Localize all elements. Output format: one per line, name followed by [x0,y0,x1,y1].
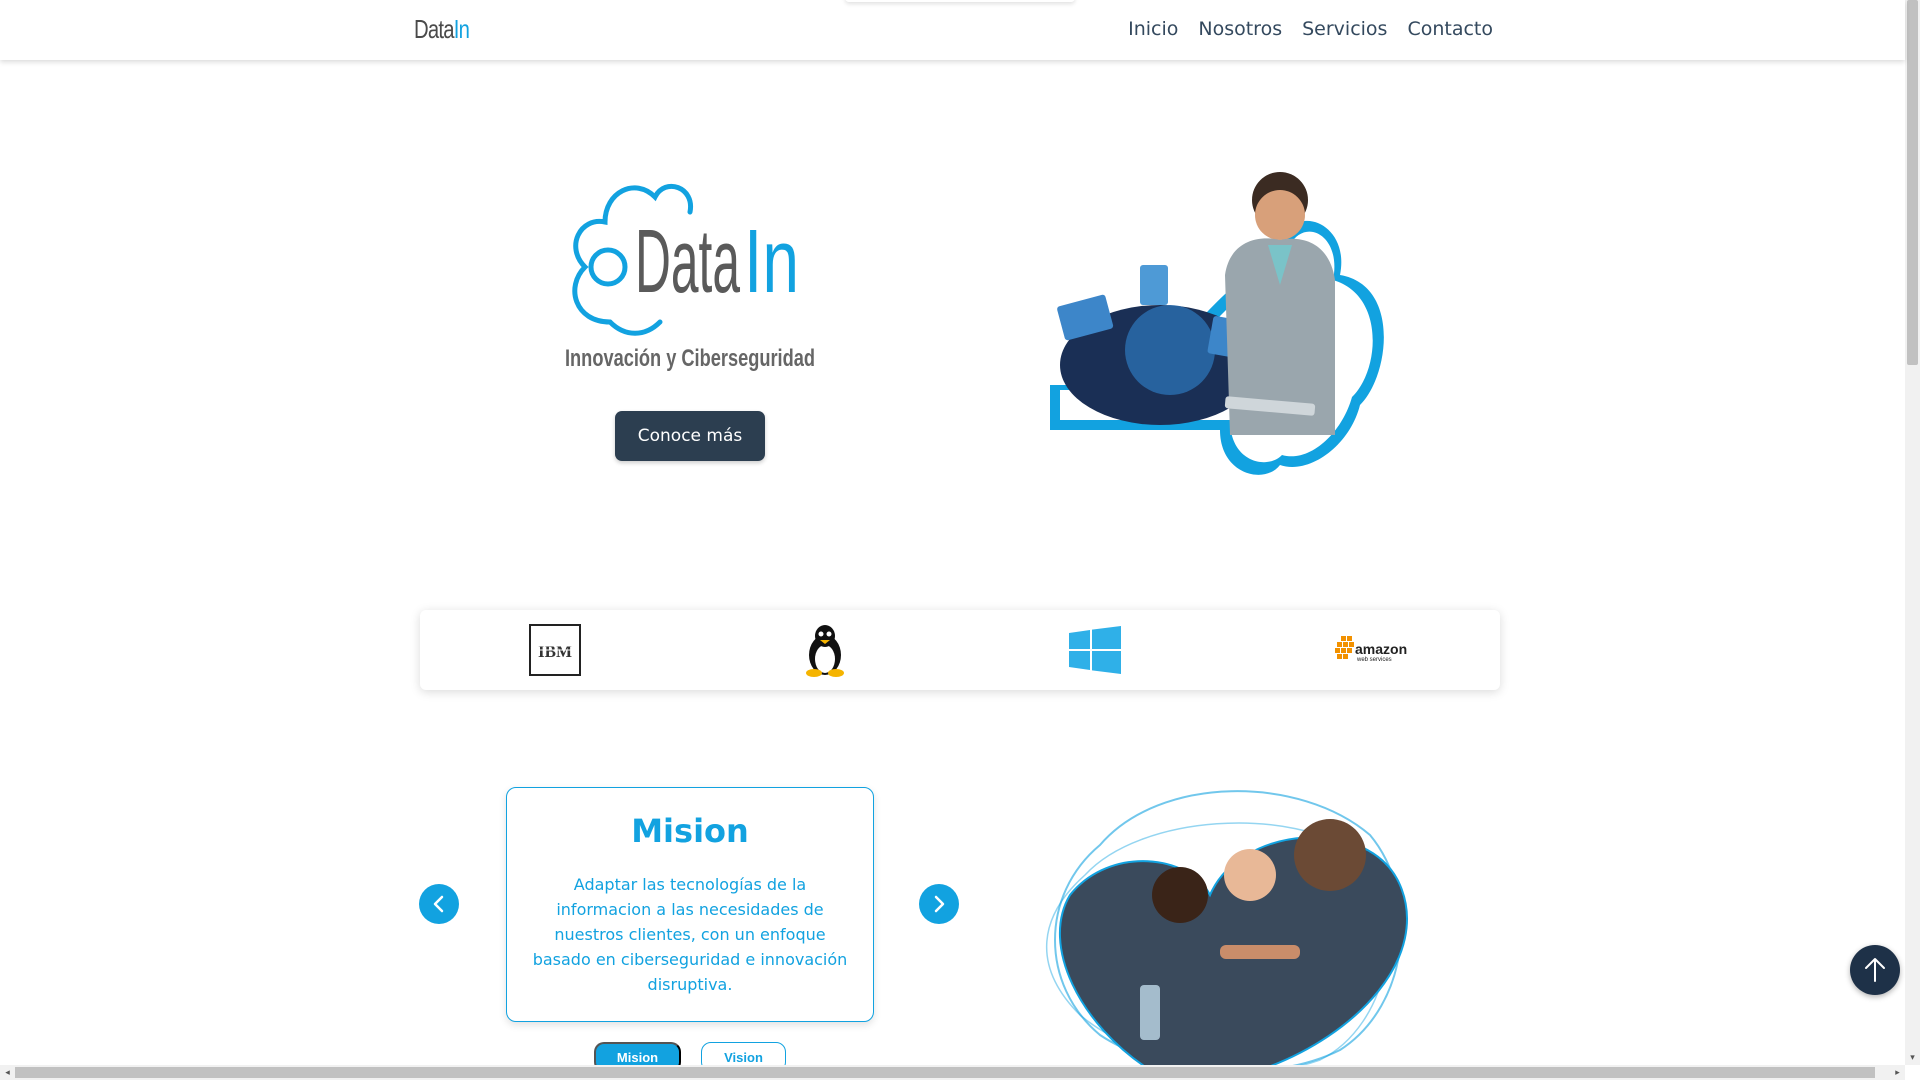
aws-label-1: amazon [1355,641,1407,657]
carousel-next-button[interactable] [919,884,959,924]
nav-item-servicios[interactable]: Servicios [1302,18,1387,40]
windows-logo [1065,620,1125,680]
team-illustration [1046,790,1408,1070]
aws-icon: amazon web services [1335,636,1407,663]
navbar: DataIn Inicio Nosotros Servicios Contact… [0,0,1905,60]
back-to-top-button[interactable] [1850,945,1900,995]
scroll-left-arrow-icon[interactable]: ◂ [0,1065,15,1080]
brand-logo[interactable]: DataIn [414,14,470,45]
scroll-down-arrow-icon[interactable]: ▾ [1905,1050,1920,1065]
arrow-up-icon [1865,958,1885,982]
scroll-right-arrow-icon[interactable]: ▸ [1890,1065,1905,1080]
brand-part-1: Data [414,14,454,44]
nav-item-nosotros[interactable]: Nosotros [1198,18,1282,40]
linux-logo [795,620,855,680]
brand-part-2: In [453,14,470,44]
navbar-tab-decoration [845,0,1075,2]
hero-logo-text-1: Data [635,212,741,312]
carousel-prev-button[interactable] [419,884,459,924]
partners-strip: IBM amazon web services [420,610,1500,690]
chevron-left-icon [433,895,444,913]
nav-links: Inicio Nosotros Servicios Contacto [1128,18,1493,40]
aws-logo: amazon web services [1325,620,1415,680]
chevron-right-icon [934,895,945,913]
mission-text: Adaptar las tecnologías de la informacio… [532,875,848,994]
ibm-icon: IBM [529,624,581,676]
ibm-logo: IBM [525,620,585,680]
hero-logo: Data In Innovación y Ciberseguridad [565,183,815,372]
page: DataIn Inicio Nosotros Servicios Contact… [0,0,1920,1080]
hero-tagline: Innovación y Ciberseguridad [565,345,815,372]
horizontal-scrollbar-thumb[interactable] [15,1067,1875,1078]
conoce-mas-button[interactable]: Conoce más [615,411,765,461]
linux-tux-icon [806,625,844,677]
mission-title: Mision [631,812,749,850]
person-head-icon [1152,867,1208,923]
circle-icon [588,247,628,287]
handshake-icon [1220,945,1300,959]
nav-item-inicio[interactable]: Inicio [1128,18,1178,40]
hero-logo-text-2: In [744,212,799,312]
mission-card: Mision Adaptar las tecnologías de la inf… [506,787,874,1022]
hero-illustration [1050,172,1384,475]
windows-icon [1069,626,1121,674]
ibm-label: IBM [538,642,572,661]
aws-label-2: web services [1356,657,1392,663]
vertical-scrollbar-thumb[interactable] [1907,0,1918,365]
nav-item-contacto[interactable]: Contacto [1407,18,1493,40]
